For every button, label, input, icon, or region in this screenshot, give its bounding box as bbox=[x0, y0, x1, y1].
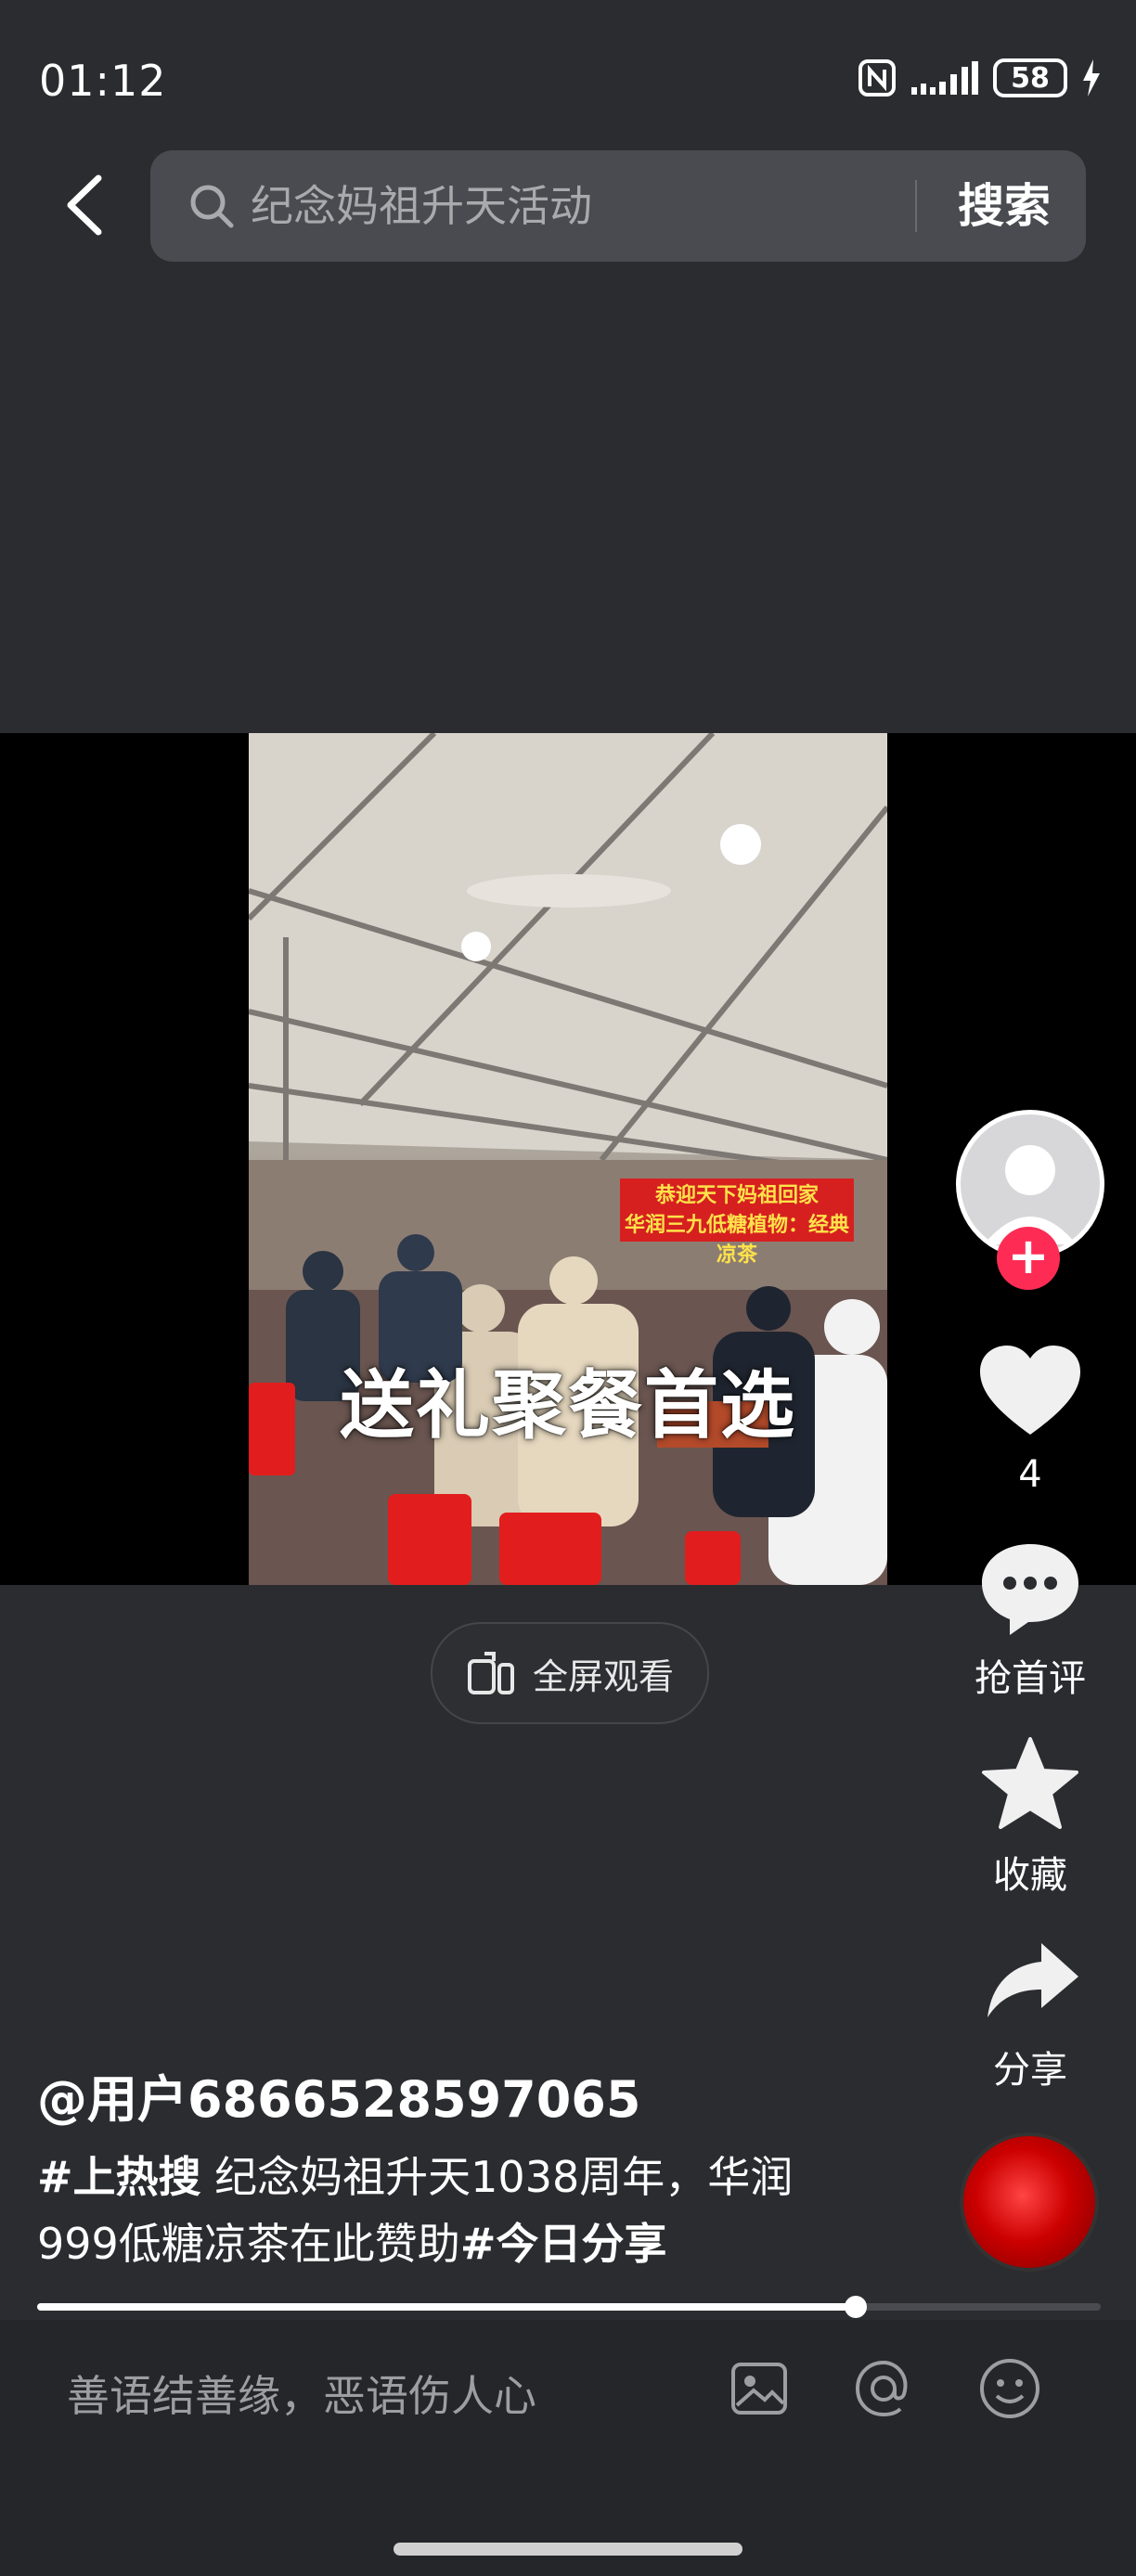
author-name[interactable]: @用户6866528597065 bbox=[37, 2058, 640, 2132]
hashtag-hot[interactable]: #上热搜 bbox=[37, 2152, 201, 2202]
back-button[interactable] bbox=[58, 173, 113, 238]
progress-bar[interactable] bbox=[37, 2296, 1101, 2318]
share-label[interactable]: 分享 bbox=[947, 2040, 1114, 2093]
comment-icon[interactable] bbox=[978, 1540, 1082, 1639]
heart-icon[interactable] bbox=[978, 1344, 1082, 1438]
post-description: #上热搜 纪念妈祖升天1038周年，华润999低糖凉茶在此赞助#今日分享 bbox=[37, 2144, 835, 2277]
search-button[interactable]: 搜索 bbox=[958, 174, 1051, 238]
search-input[interactable]: 纪念妈祖升天活动 bbox=[251, 176, 592, 236]
comment-label[interactable]: 抢首评 bbox=[947, 1648, 1114, 1702]
comment-bar bbox=[0, 2320, 1136, 2576]
status-icons: 58 bbox=[858, 58, 1103, 98]
mention-icon[interactable] bbox=[852, 2357, 915, 2420]
video-caption: 送礼聚餐首选 bbox=[340, 1362, 796, 1449]
search-icon bbox=[190, 185, 234, 228]
video-scene bbox=[249, 733, 887, 1585]
comment-input[interactable]: 善语结善缘，恶语伤人心 bbox=[67, 2363, 536, 2424]
emoji-icon[interactable] bbox=[978, 2357, 1041, 2420]
fullscreen-icon bbox=[467, 1652, 514, 1694]
battery-indicator: 58 bbox=[993, 58, 1067, 97]
hashtag-share[interactable]: #今日分享 bbox=[460, 2219, 667, 2269]
favorite-label[interactable]: 收藏 bbox=[947, 1845, 1114, 1899]
banner-sub-text: 华润三九低糖植物：经典凉茶 bbox=[624, 1214, 849, 1267]
charging-icon bbox=[1083, 59, 1100, 97]
image-icon[interactable] bbox=[729, 2359, 789, 2418]
signal-icon bbox=[911, 61, 978, 95]
star-icon[interactable] bbox=[980, 1735, 1080, 1832]
music-disc[interactable] bbox=[960, 2132, 1099, 2272]
banner-main-text: 恭迎天下妈祖回家 bbox=[654, 1184, 819, 1207]
video-banner: 恭迎天下妈祖回家 华润三九低糖植物：经典凉茶 bbox=[620, 1179, 854, 1267]
share-icon[interactable] bbox=[984, 1939, 1082, 2023]
video-frame[interactable]: 恭迎天下妈祖回家 华润三九低糖植物：经典凉茶 送礼聚餐首选 bbox=[249, 733, 887, 1585]
progress-handle[interactable] bbox=[845, 2296, 868, 2318]
chevron-left-icon bbox=[67, 174, 102, 236]
status-time: 01:12 bbox=[39, 56, 167, 106]
search-bar[interactable]: 纪念妈祖升天活动 搜索 bbox=[150, 150, 1086, 262]
progress-fill bbox=[37, 2303, 857, 2311]
fullscreen-label: 全屏观看 bbox=[532, 1655, 674, 1697]
like-count: 4 bbox=[1018, 1453, 1042, 1496]
nfc-icon bbox=[858, 59, 896, 97]
follow-button[interactable]: + bbox=[997, 1227, 1060, 1290]
search-divider bbox=[915, 180, 917, 232]
fullscreen-button[interactable]: 全屏观看 bbox=[431, 1622, 709, 1724]
home-indicator[interactable] bbox=[394, 2543, 742, 2556]
